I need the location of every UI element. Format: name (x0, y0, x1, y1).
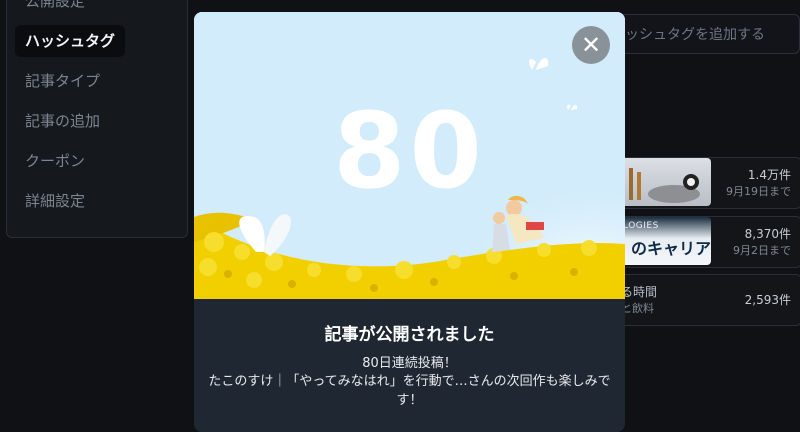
hashtag-deadline: 9月2日まで (733, 244, 791, 257)
sidebar-item-add-article[interactable]: 記事の追加 (15, 105, 110, 137)
streak-message: 80日連続投稿！ (362, 356, 457, 371)
encouragement-message: たこのすけ｜「やってみなはれ」を行動で…さんの次回作も楽しみです！ (208, 374, 611, 408)
streak-count: 80 (333, 90, 486, 212)
settings-sidebar: 公開設定 ハッシュタグ 記事タイプ 記事の追加 クーポン 詳細設定 (6, 0, 188, 238)
hashtag-count: 1.4万件 (747, 168, 791, 182)
hashtag-panel: ッシュタグを追加する 1.4万件 9月19日まで LOGIES のキャリア 8,… (610, 0, 800, 419)
thumbnail-caption: LOGIES (623, 221, 659, 231)
suggestion-thumbnail: LOGIES のキャリア (619, 217, 711, 265)
hashtag-subtitle: と飲料 (621, 302, 654, 315)
sidebar-item-article-type[interactable]: 記事タイプ (15, 65, 110, 97)
publish-success-modal: 80 ✕ 記事が公開されました 80日連続投稿！ たこのすけ｜「やってみなはれ」… (194, 12, 625, 432)
celebration-illustration: 80 (194, 12, 625, 299)
thumbnail-title: のキャリア (631, 239, 711, 258)
hashtag-suggestion-row[interactable]: る時間 と飲料 2,593件 (610, 274, 800, 326)
close-icon: ✕ (580, 31, 602, 59)
sidebar-item-coupon[interactable]: クーポン (15, 145, 95, 177)
hashtag-count: 2,593件 (744, 293, 791, 307)
hashtag-input[interactable]: ッシュタグを追加する (610, 14, 800, 54)
hashtag-suggestion-row[interactable]: 1.4万件 9月19日まで (610, 157, 800, 209)
sidebar-item-hashtags[interactable]: ハッシュタグ (15, 25, 126, 57)
publish-success-title: 記事が公開されました (324, 325, 495, 345)
suggestion-thumbnail (619, 158, 711, 206)
hashtag-suggestion-row[interactable]: LOGIES のキャリア 8,370件 9月2日まで (610, 216, 800, 268)
close-button[interactable]: ✕ (572, 26, 610, 64)
sidebar-item-visibility[interactable]: 公開設定 (15, 0, 95, 17)
sidebar-item-advanced[interactable]: 詳細設定 (15, 185, 95, 217)
hashtag-count: 8,370件 (744, 227, 791, 241)
hashtag-deadline: 9月19日まで (726, 185, 791, 198)
hashtag-title: る時間 (621, 285, 658, 299)
